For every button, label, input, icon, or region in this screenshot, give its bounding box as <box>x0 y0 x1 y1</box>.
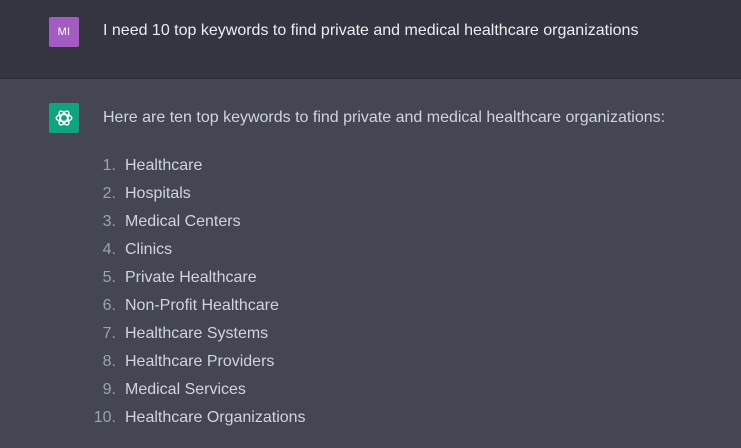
user-message-row: MI I need 10 top keywords to find privat… <box>0 0 741 79</box>
list-item-text: Private Healthcare <box>125 269 257 286</box>
list-item-number: 6. <box>102 297 116 314</box>
assistant-intro-text: Here are ten top keywords to find privat… <box>103 109 666 126</box>
list-item-number: 3. <box>102 213 116 230</box>
list-item-text: Healthcare <box>125 157 203 174</box>
list-item-text: Healthcare Systems <box>125 325 269 342</box>
list-item-number: 10. <box>93 409 116 426</box>
list-item-number: 2. <box>102 185 116 202</box>
list-item-text: Medical Centers <box>125 213 241 230</box>
list-item-number: 8. <box>102 353 116 370</box>
list-item-text: Healthcare Providers <box>125 353 275 370</box>
user-avatar: MI <box>49 17 79 47</box>
list-item-number: 4. <box>102 241 116 258</box>
list-item-text: Healthcare Organizations <box>125 409 306 426</box>
list-item-number: 5. <box>102 269 116 286</box>
list-item-text: Hospitals <box>125 185 191 202</box>
list-item-number: 1. <box>102 157 116 174</box>
user-message-text: I need 10 top keywords to find private a… <box>103 22 639 39</box>
list-item-text: Medical Services <box>125 381 246 398</box>
list-item-text: Non-Profit Healthcare <box>125 297 279 314</box>
assistant-avatar <box>49 103 79 133</box>
list-item-number: 7. <box>102 325 116 342</box>
openai-logo-icon <box>55 110 73 126</box>
list-item-number: 9. <box>102 381 116 398</box>
user-avatar-initials: MI <box>57 26 71 38</box>
list-item-text: Clinics <box>125 241 173 258</box>
